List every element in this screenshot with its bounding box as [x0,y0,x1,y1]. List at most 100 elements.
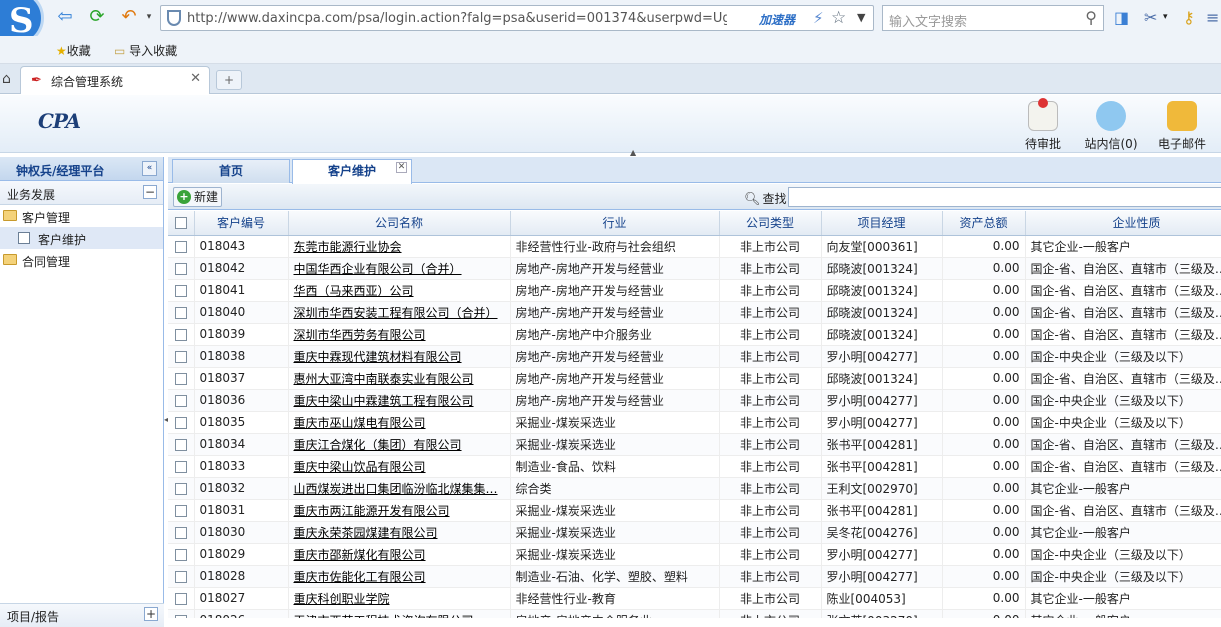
company-name-link[interactable]: 重庆科创职业学院 [288,587,511,610]
row-checkbox[interactable] [168,433,195,456]
row-checkbox[interactable] [168,477,195,500]
table-row[interactable]: 018029 重庆市邵新煤化有限公司 采掘业-煤炭采选业 非上市公司 罗小明[00427… [168,543,1221,566]
find-input[interactable] [788,187,1221,207]
undo-dropdown-icon[interactable]: ▾ [138,6,160,28]
table-row[interactable]: 018027 重庆科创职业学院 非经营性行业-教育 非上市公司 陈业[004053] 0.… [168,587,1221,610]
table-row[interactable]: 018040 深圳市华西安装工程有限公司（合并） 房地产-房地产开发与经营业 非上市公… [168,301,1221,324]
company-name-link[interactable]: 山西煤炭进出口集团临汾临北煤集集… [288,477,511,500]
tree-item-customer-management[interactable]: 客户管理 [0,205,163,227]
site-messages-button[interactable]: 站内信(0) [1082,101,1140,152]
section-business-development[interactable]: 业务发展 − [0,181,163,205]
row-checkbox[interactable] [168,323,195,346]
import-favorites-link[interactable]: ▭ 导入收藏 [114,42,177,59]
lightning-icon[interactable]: ⚡ [813,9,824,27]
company-name-link[interactable]: 重庆中梁山中霖建筑工程有限公司 [288,389,511,412]
row-checkbox[interactable] [168,587,195,610]
row-checkbox[interactable] [168,543,195,566]
pending-approval-button[interactable]: 待审批 [1022,98,1064,152]
collapse-left-icon[interactable]: « [142,161,157,176]
tree-item-contract-management[interactable]: 合同管理 [0,249,163,271]
company-name-link[interactable]: 重庆市邵新煤化有限公司 [288,543,511,566]
row-checkbox[interactable] [168,411,195,434]
sidebar-toggle-icon[interactable]: ◨ [1114,8,1129,27]
refresh-icon[interactable]: ⟳ [86,6,108,28]
column-header[interactable]: 公司类型 [719,211,822,236]
company-name-link[interactable]: 重庆江合煤化（集团）有限公司 [288,433,511,456]
tab-home[interactable]: 首页 [172,159,290,183]
table-row[interactable]: 018031 重庆市两江能源开发有限公司 采掘业-煤炭采选业 非上市公司 张书平[004… [168,499,1221,522]
key-icon[interactable]: ⚷ [1183,8,1195,27]
company-name-link[interactable]: 重庆市巫山煤电有限公司 [288,411,511,434]
row-checkbox[interactable] [168,455,195,478]
table-row[interactable]: 018033 重庆中梁山饮品有限公司 制造业-食品、饮料 非上市公司 张书平[00428… [168,455,1221,478]
company-name-link[interactable]: 重庆市佐能化工有限公司 [288,565,511,588]
new-button[interactable]: + 新建 [173,187,223,207]
table-row[interactable]: 018032 山西煤炭进出口集团临汾临北煤集集… 综合类 非上市公司 王利文[00297… [168,477,1221,500]
menu-icon[interactable]: ≡ [1206,8,1219,27]
row-checkbox[interactable] [168,257,195,280]
column-header[interactable]: 客户编号 [194,211,289,236]
column-header[interactable]: 公司名称 [288,211,511,236]
table-row[interactable]: 018034 重庆江合煤化（集团）有限公司 采掘业-煤炭采选业 非上市公司 张书平[00… [168,433,1221,456]
address-url[interactable]: http://www.daxincpa.com/psa/login.action… [187,11,727,26]
company-name-link[interactable]: 重庆永荣茶园煤建有限公司 [288,521,511,544]
table-row[interactable]: 018035 重庆市巫山煤电有限公司 采掘业-煤炭采选业 非上市公司 罗小明[00427… [168,411,1221,434]
table-row[interactable]: 018028 重庆市佐能化工有限公司 制造业-石油、化学、塑胶、塑料 非上市公司 罗小明… [168,565,1221,588]
column-header[interactable]: 项目经理 [821,211,943,236]
company-name-link[interactable]: 东莞市能源行业协会 [288,235,511,258]
undo-icon[interactable]: ↶ [118,6,140,28]
row-checkbox[interactable] [168,521,195,544]
row-checkbox[interactable] [168,565,195,588]
company-name-link[interactable]: 重庆中梁山饮品有限公司 [288,455,511,478]
column-header[interactable]: 行业 [510,211,720,236]
company-name-link[interactable]: 华西（马来西亚）公司 [288,279,511,302]
company-name-link[interactable]: 深圳市华西劳务有限公司 [288,323,511,346]
company-name-link[interactable]: 深圳市华西安装工程有限公司（合并） [288,301,511,324]
column-header[interactable]: 企业性质 [1025,211,1221,236]
company-name-link[interactable]: 天津市西苑工程技术咨询有限公司 [288,609,511,618]
company-name-link[interactable]: 中国华西企业有限公司（合并） [288,257,511,280]
new-tab-button[interactable]: + [216,70,242,90]
close-icon[interactable]: ✕ [190,71,201,86]
browser-search-input[interactable]: 输入文字搜索 ⚲ [882,5,1104,31]
table-row[interactable]: 018038 重庆中霖现代建筑材料有限公司 房地产-房地产开发与经营业 非上市公司 罗小… [168,345,1221,368]
company-name-link[interactable]: 惠州大亚湾中南联泰实业有限公司 [288,367,511,390]
expand-section-icon[interactable]: + [144,607,158,621]
accelerator-button[interactable]: 加速器 [759,11,795,28]
row-checkbox[interactable] [168,389,195,412]
table-row[interactable]: 018036 重庆中梁山中霖建筑工程有限公司 房地产-房地产开发与经营业 非上市公司罗… [168,389,1221,412]
close-tab-icon[interactable]: ✕ [396,162,407,173]
select-all-checkbox[interactable] [168,211,195,236]
row-checkbox[interactable] [168,345,195,368]
row-checkbox[interactable] [168,609,195,618]
tree-item-customer-maintenance[interactable]: 客户维护 [0,227,163,249]
row-checkbox[interactable] [168,235,195,258]
section-project-report[interactable]: 项目/报告 + [0,603,164,627]
home-icon[interactable]: ⌂ [2,71,11,87]
address-dropdown-icon[interactable]: ▼ [857,11,865,24]
table-row[interactable]: 018039 深圳市华西劳务有限公司 房地产-房地产中介服务业 非上市公司 邱晓波[00… [168,323,1221,346]
table-row[interactable]: 018041 华西（马来西亚）公司 房地产-房地产开发与经营业 非上市公司 邱晓波[00… [168,279,1221,302]
row-checkbox[interactable] [168,499,195,522]
company-name-link[interactable]: 重庆中霖现代建筑材料有限公司 [288,345,511,368]
row-checkbox[interactable] [168,301,195,324]
browser-tab[interactable]: ✒ 综合管理系统 ✕ [20,66,210,94]
table-row[interactable]: 018037 惠州大亚湾中南联泰实业有限公司 房地产-房地产开发与经营业 非上市公司邱… [168,367,1221,390]
email-button[interactable]: 电子邮件 [1156,101,1208,152]
table-row[interactable]: 018026天津市西苑工程技术咨询有限公司房地产-房地产中介服务业非上市公司张文… [168,609,1221,618]
search-icon[interactable]: ⚲ [1085,8,1097,27]
table-row[interactable]: 018043 东莞市能源行业协会 非经营性行业-政府与社会组织 非上市公司 向友堂[00… [168,235,1221,258]
column-header[interactable]: 资产总额 [942,211,1026,236]
scissors-dropdown-icon[interactable]: ▾ [1163,12,1168,22]
address-bar[interactable]: http://www.daxincpa.com/psa/login.action… [160,5,874,31]
table-row[interactable]: 018030 重庆永荣茶园煤建有限公司 采掘业-煤炭采选业 非上市公司 吴冬花[0042… [168,521,1221,544]
collapse-section-icon[interactable]: − [143,185,157,199]
company-name-link[interactable]: 重庆市两江能源开发有限公司 [288,499,511,522]
table-row[interactable]: 018042 中国华西企业有限公司（合并） 房地产-房地产开发与经营业 非上市公司 邱晓… [168,257,1221,280]
row-checkbox[interactable] [168,279,195,302]
row-checkbox[interactable] [168,367,195,390]
back-arrow-icon[interactable]: ⇦ [54,6,76,28]
star-icon[interactable]: ☆ [831,8,846,28]
scissors-icon[interactable]: ✂ [1144,8,1157,27]
favorites-link[interactable]: ★收藏 [56,42,91,59]
